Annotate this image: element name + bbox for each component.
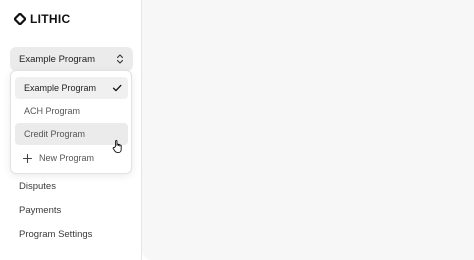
dropdown-option-example-program[interactable]: Example Program bbox=[15, 77, 128, 99]
nav-item-payments[interactable]: Payments bbox=[19, 205, 61, 216]
main-content-area bbox=[142, 0, 474, 260]
dropdown-option-label: Example Program bbox=[24, 83, 97, 93]
program-selector-value: Example Program bbox=[19, 53, 96, 65]
lithic-logo-icon bbox=[14, 13, 26, 25]
dropdown-option-label: Credit Program bbox=[24, 129, 86, 139]
check-icon bbox=[112, 84, 122, 92]
chevron-up-down-icon bbox=[116, 54, 124, 64]
sidebar: LITHIC Example Program Disputes Payments… bbox=[0, 0, 142, 260]
program-dropdown-menu: Example Program ACH Program Credit Progr… bbox=[10, 70, 132, 174]
hand-pointer-icon bbox=[112, 140, 122, 154]
dropdown-option-ach-program[interactable]: ACH Program bbox=[15, 100, 128, 122]
nav-item-disputes[interactable]: Disputes bbox=[19, 181, 56, 192]
brand-name: LITHIC bbox=[30, 12, 71, 26]
app-window: LITHIC Example Program Disputes Payments… bbox=[0, 0, 474, 260]
nav-item-program-settings[interactable]: Program Settings bbox=[19, 229, 92, 240]
brand-logo[interactable]: LITHIC bbox=[14, 12, 70, 26]
program-selector[interactable]: Example Program bbox=[10, 47, 133, 71]
plus-icon bbox=[23, 153, 32, 163]
dropdown-option-label: ACH Program bbox=[24, 106, 81, 116]
new-program-label: New Program bbox=[39, 153, 95, 163]
